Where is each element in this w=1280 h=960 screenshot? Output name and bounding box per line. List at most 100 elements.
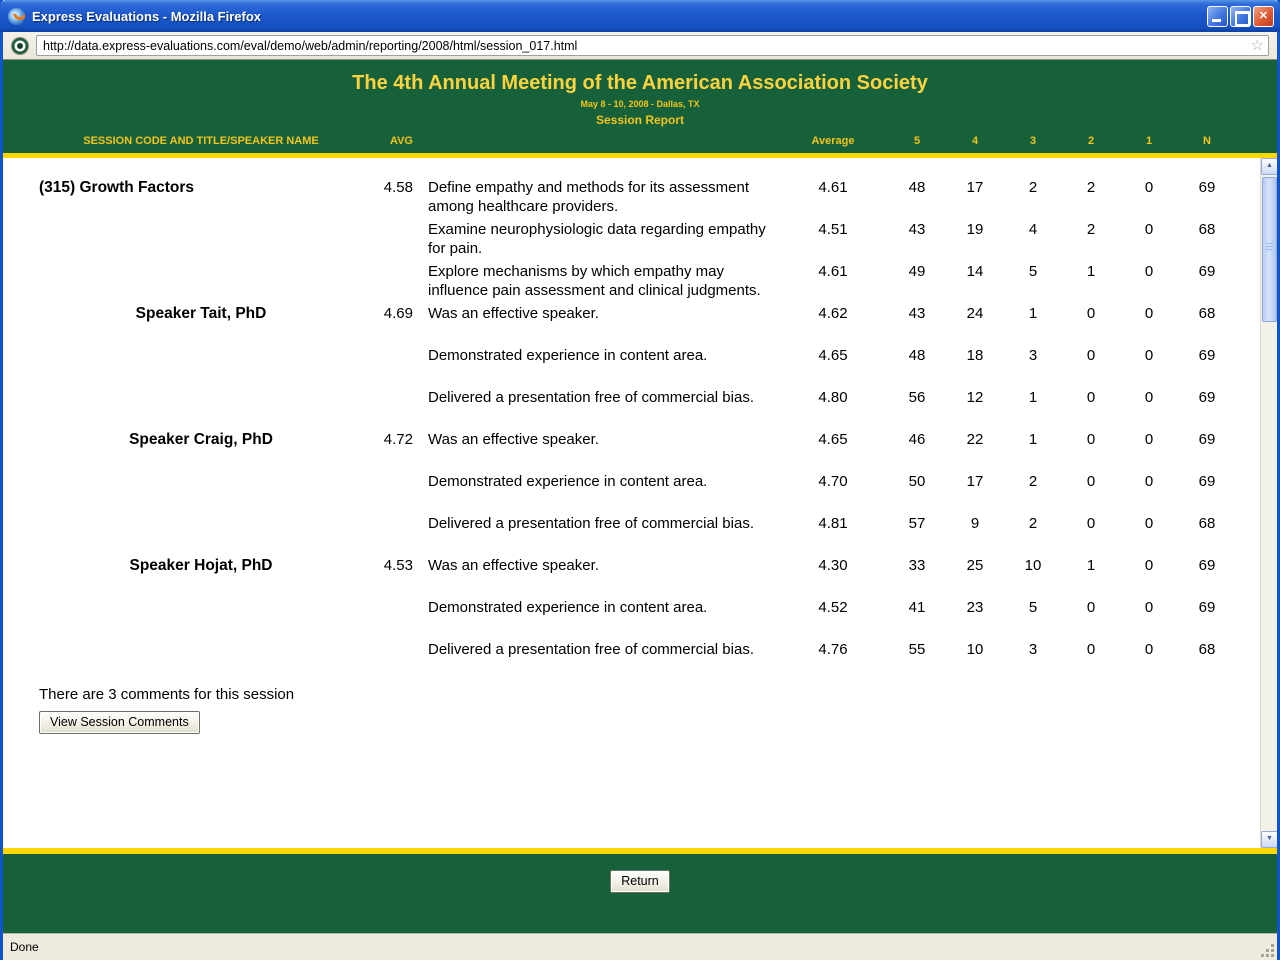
speaker-name: Speaker Craig, PhD: [39, 430, 363, 449]
row-score4: 17: [946, 472, 1004, 491]
row-score5: 56: [888, 388, 946, 407]
row-n: 69: [1178, 556, 1236, 575]
col-2-header: 2: [1062, 135, 1120, 148]
vertical-scrollbar[interactable]: ▲ ▼: [1260, 158, 1277, 848]
row-score3: 1: [1004, 430, 1062, 449]
row-score3: 10: [1004, 556, 1062, 575]
row-score2: 0: [1062, 304, 1120, 323]
report-label: Session Report: [3, 114, 1277, 127]
row-score1: 0: [1120, 346, 1178, 365]
table-row: Speaker Craig, PhD 4.72 Was an effective…: [3, 430, 1277, 472]
scroll-up-icon[interactable]: ▲: [1261, 158, 1277, 175]
location-bar: ☆: [3, 32, 1277, 60]
row-average: 4.70: [778, 472, 888, 491]
table-row: Speaker Hojat, PhD 4.53 Was an effective…: [3, 556, 1277, 598]
row-score1: 0: [1120, 262, 1178, 281]
speaker-name: Speaker Tait, PhD: [39, 304, 363, 323]
titlebar[interactable]: Express Evaluations - Mozilla Firefox ✕: [0, 0, 1280, 32]
column-headers: SESSION CODE AND TITLE/SPEAKER NAME AVG …: [3, 135, 1260, 148]
scroll-down-icon[interactable]: ▼: [1261, 831, 1277, 848]
row-average: 4.51: [778, 220, 888, 239]
row-score4: 10: [946, 640, 1004, 659]
browser-window: Express Evaluations - Mozilla Firefox ✕ …: [0, 0, 1280, 960]
row-score3: 1: [1004, 304, 1062, 323]
row-score4: 17: [946, 178, 1004, 197]
row-n: 69: [1178, 346, 1236, 365]
scrollbar-thumb[interactable]: [1262, 177, 1277, 322]
row-score4: 23: [946, 598, 1004, 617]
row-score2: 2: [1062, 178, 1120, 197]
page-favicon-icon: [11, 37, 29, 55]
row-score2: 0: [1062, 514, 1120, 533]
row-average: 4.61: [778, 178, 888, 197]
row-n: 69: [1178, 388, 1236, 407]
row-score1: 0: [1120, 430, 1178, 449]
minimize-button[interactable]: [1207, 6, 1228, 27]
col-average-header: Average: [778, 135, 888, 148]
row-score1: 0: [1120, 514, 1178, 533]
table-row: Delivered a presentation free of commerc…: [3, 640, 1277, 682]
url-input[interactable]: [43, 36, 1251, 55]
session-title: (315) Growth Factors: [39, 178, 363, 197]
table-row: Delivered a presentation free of commerc…: [3, 388, 1277, 430]
table-row: Examine neurophysiologic data regarding …: [3, 220, 1277, 262]
maximize-button[interactable]: [1230, 6, 1251, 27]
row-score3: 2: [1004, 472, 1062, 491]
row-score2: 0: [1062, 640, 1120, 659]
row-score5: 46: [888, 430, 946, 449]
row-score2: 0: [1062, 388, 1120, 407]
speaker-name: Speaker Hojat, PhD: [39, 556, 363, 575]
status-text: Done: [10, 940, 39, 954]
close-button[interactable]: ✕: [1253, 6, 1274, 27]
bookmark-star-icon[interactable]: ☆: [1251, 38, 1264, 53]
row-score4: 9: [946, 514, 1004, 533]
col-4-header: 4: [946, 135, 1004, 148]
row-score5: 57: [888, 514, 946, 533]
col-avg-header: AVG: [363, 135, 413, 148]
table-row: (315) Growth Factors 4.58 Define empathy…: [3, 178, 1277, 220]
row-avg: 4.69: [363, 304, 413, 323]
row-avg: 4.72: [363, 430, 413, 449]
meeting-title: The 4th Annual Meeting of the American A…: [3, 71, 1277, 95]
row-score1: 0: [1120, 640, 1178, 659]
row-objective: Was an effective speaker.: [428, 430, 778, 449]
row-score3: 4: [1004, 220, 1062, 239]
row-average: 4.30: [778, 556, 888, 575]
table-row: Demonstrated experience in content area.…: [3, 346, 1277, 388]
row-score5: 49: [888, 262, 946, 281]
row-average: 4.76: [778, 640, 888, 659]
row-score4: 12: [946, 388, 1004, 407]
row-score5: 48: [888, 178, 946, 197]
row-score3: 3: [1004, 346, 1062, 365]
row-average: 4.65: [778, 346, 888, 365]
row-average: 4.81: [778, 514, 888, 533]
table-row: Demonstrated experience in content area.…: [3, 598, 1277, 640]
row-score5: 41: [888, 598, 946, 617]
return-button[interactable]: Return: [610, 870, 670, 893]
row-score2: 1: [1062, 556, 1120, 575]
row-objective: Demonstrated experience in content area.: [428, 598, 778, 617]
col-5-header: 5: [888, 135, 946, 148]
row-score4: 19: [946, 220, 1004, 239]
view-session-comments-button[interactable]: View Session Comments: [39, 711, 200, 734]
resize-grip[interactable]: [1261, 944, 1275, 958]
col-session-header: SESSION CODE AND TITLE/SPEAKER NAME: [39, 135, 363, 148]
row-score4: 18: [946, 346, 1004, 365]
row-score1: 0: [1120, 598, 1178, 617]
report-rows: (315) Growth Factors 4.58 Define empathy…: [3, 158, 1277, 682]
row-objective: Was an effective speaker.: [428, 304, 778, 323]
row-objective: Demonstrated experience in content area.: [428, 472, 778, 491]
row-score1: 0: [1120, 220, 1178, 239]
row-average: 4.80: [778, 388, 888, 407]
row-n: 69: [1178, 178, 1236, 197]
col-3-header: 3: [1004, 135, 1062, 148]
row-score2: 0: [1062, 472, 1120, 491]
row-score2: 0: [1062, 430, 1120, 449]
row-score5: 33: [888, 556, 946, 575]
row-score2: 1: [1062, 262, 1120, 281]
row-average: 4.52: [778, 598, 888, 617]
row-n: 69: [1178, 262, 1236, 281]
table-row: Demonstrated experience in content area.…: [3, 472, 1277, 514]
row-average: 4.61: [778, 262, 888, 281]
row-score3: 2: [1004, 178, 1062, 197]
